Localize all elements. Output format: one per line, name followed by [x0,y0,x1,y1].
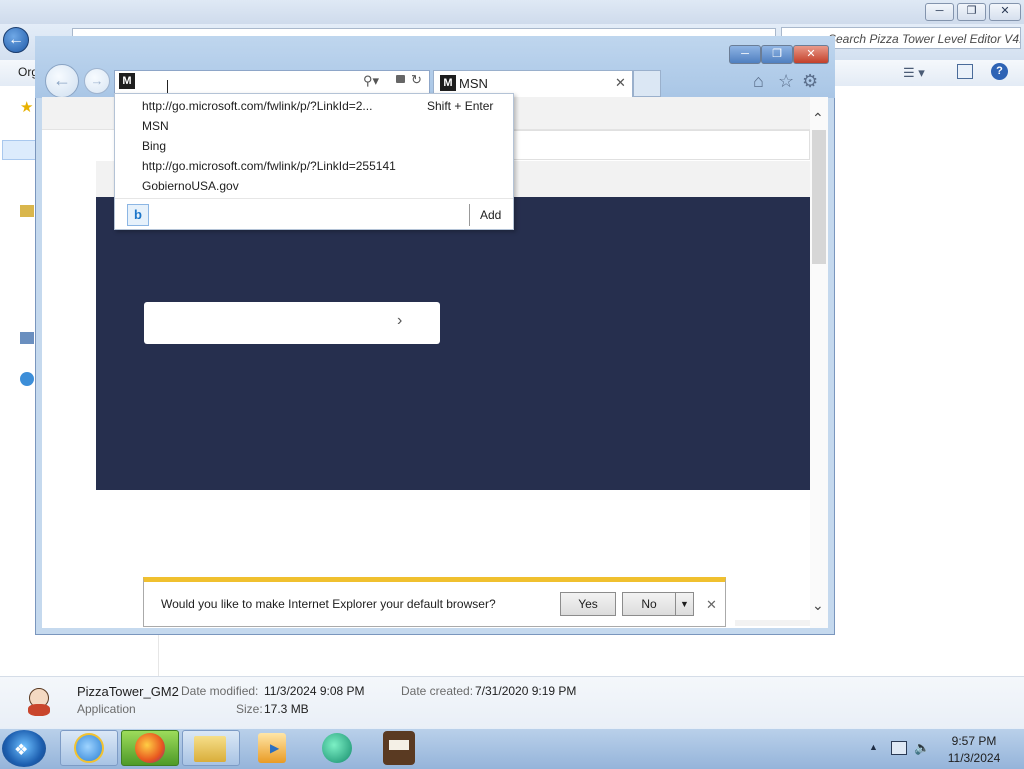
msn-favicon-icon: M [119,73,135,89]
app-globe-icon[interactable] [322,733,352,763]
nav-pane-selected-item[interactable] [2,140,36,160]
explorer-close-button[interactable]: ✕ [989,3,1021,21]
favorites-star-icon[interactable]: ★ [20,98,33,116]
dropdown-item[interactable]: http://go.microsoft.com/fwlink/p/?LinkId… [142,159,396,173]
help-icon[interactable]: ? [991,63,1008,80]
scroll-down-icon[interactable]: ⌄ [812,597,824,614]
tab-title: MSN [459,76,488,91]
ie-maximize-button[interactable]: ❐ [761,45,793,64]
pizzatower-face-icon [389,740,409,750]
no-options-dropdown-icon[interactable]: ▼ [675,592,694,616]
play-icon: ▶ [270,741,280,755]
computer-icon[interactable] [20,332,34,344]
scrollbar-thumb[interactable] [812,130,826,264]
ie-address-input[interactable] [114,70,430,94]
date-created-value: 7/31/2020 9:19 PM [475,684,577,698]
explorer-back-icon[interactable]: ← [3,27,29,53]
page-search-box[interactable] [480,130,810,160]
page-footer-fragment [735,620,810,626]
column-divider [158,634,159,676]
view-options-icon[interactable]: ☰ ▾ [903,65,925,81]
dropdown-divider [115,198,513,199]
ie-minimize-button[interactable]: ─ [729,45,761,64]
network-tray-icon[interactable] [891,741,907,755]
file-name: PizzaTower_GM2 [77,684,179,699]
dropdown-vertical-divider [469,204,470,226]
folder-icon [194,736,226,762]
search-icon[interactable]: ⚲▾ [363,73,379,89]
pizzatower-app-icon [26,686,52,718]
internet-explorer-icon [74,733,104,763]
clock-date[interactable]: 11/3/2024 [936,751,1012,765]
libraries-folder-icon[interactable] [20,205,34,217]
tray-expand-icon[interactable]: ▲ [869,742,878,752]
new-tab-button[interactable] [633,70,661,97]
ie-forward-icon[interactable]: → [84,68,110,94]
shortcut-hint: Shift + Enter [427,99,494,113]
explorer-maximize-button[interactable]: ❐ [957,3,986,21]
yes-button[interactable]: Yes [560,592,616,616]
explorer-minimize-button[interactable]: ─ [925,3,954,21]
scroll-up-icon[interactable]: ⌃ [812,110,824,127]
file-type: Application [77,702,136,716]
volume-muted-icon[interactable]: 🔈 [914,740,930,756]
explorer-title-bar [0,0,1024,24]
dropdown-item[interactable]: GobiernoUSA.gov [142,179,239,193]
text-cursor-icon [167,80,168,94]
home-icon[interactable]: ⌂ [753,71,764,92]
favorites-icon[interactable]: ☆ [778,71,794,92]
notification-text: Would you like to make Internet Explorer… [161,597,496,611]
date-modified-label: Date modified: [181,684,259,698]
date-modified-value: 11/3/2024 9:08 PM [264,684,365,698]
refresh-icon[interactable]: ↻ [411,72,422,88]
no-button[interactable]: No [622,592,676,616]
tab-favicon-icon: M [440,75,456,91]
clock-time[interactable]: 9:57 PM [936,734,1012,748]
size-label: Size: [236,702,263,716]
dropdown-item[interactable]: MSN [142,119,169,133]
tab-close-icon[interactable]: ✕ [615,75,626,91]
notification-close-icon[interactable]: ✕ [706,597,717,613]
firefox-icon [135,733,165,763]
windows-logo-icon: ❖ [14,742,29,759]
dropdown-item[interactable]: Bing [142,139,166,153]
date-created-label: Date created: [401,684,474,698]
ie-back-icon[interactable]: ← [45,64,79,98]
add-provider-button[interactable]: Add [480,208,501,222]
network-icon[interactable] [20,372,34,386]
bing-search-provider-icon[interactable]: b [127,204,149,226]
hero-search-input[interactable] [144,302,440,344]
size-value: 17.3 MB [264,702,309,716]
chevron-right-icon[interactable]: › [397,312,402,330]
dropdown-item[interactable]: http://go.microsoft.com/fwlink/p/?LinkId… [142,99,372,113]
settings-gear-icon[interactable]: ⚙ [802,71,818,92]
lock-icon[interactable] [396,75,405,83]
preview-pane-icon[interactable] [957,64,973,79]
ie-close-button[interactable]: ✕ [793,45,829,64]
